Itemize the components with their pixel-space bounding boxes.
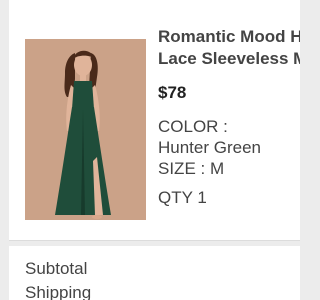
- quantity-text[interactable]: QTY 1: [158, 188, 300, 208]
- product-price: $78: [158, 83, 187, 102]
- product-name-line2[interactable]: Lace Sleeveless M: [158, 48, 300, 70]
- shipping-label: Shipping: [25, 283, 92, 300]
- product-name[interactable]: Romantic Mood H Lace Sleeveless M: [158, 26, 300, 70]
- product-image[interactable]: [25, 39, 146, 220]
- color-label: COLOR :: [158, 117, 228, 136]
- size-text: SIZE : M: [158, 159, 225, 178]
- dress-photo-icon: [25, 39, 146, 220]
- subtotal-label: Subtotal: [25, 259, 88, 278]
- cart-item-card: Romantic Mood H Lace Sleeveless M $78 CO…: [9, 0, 300, 241]
- order-summary: Subtotal Shipping: [9, 246, 300, 300]
- product-name-line1[interactable]: Romantic Mood H: [158, 26, 300, 48]
- product-details: Romantic Mood H Lace Sleeveless M $78 CO…: [158, 26, 300, 208]
- color-value: Hunter Green: [158, 138, 261, 157]
- cart-screen: Romantic Mood H Lace Sleeveless M $78 CO…: [0, 0, 300, 300]
